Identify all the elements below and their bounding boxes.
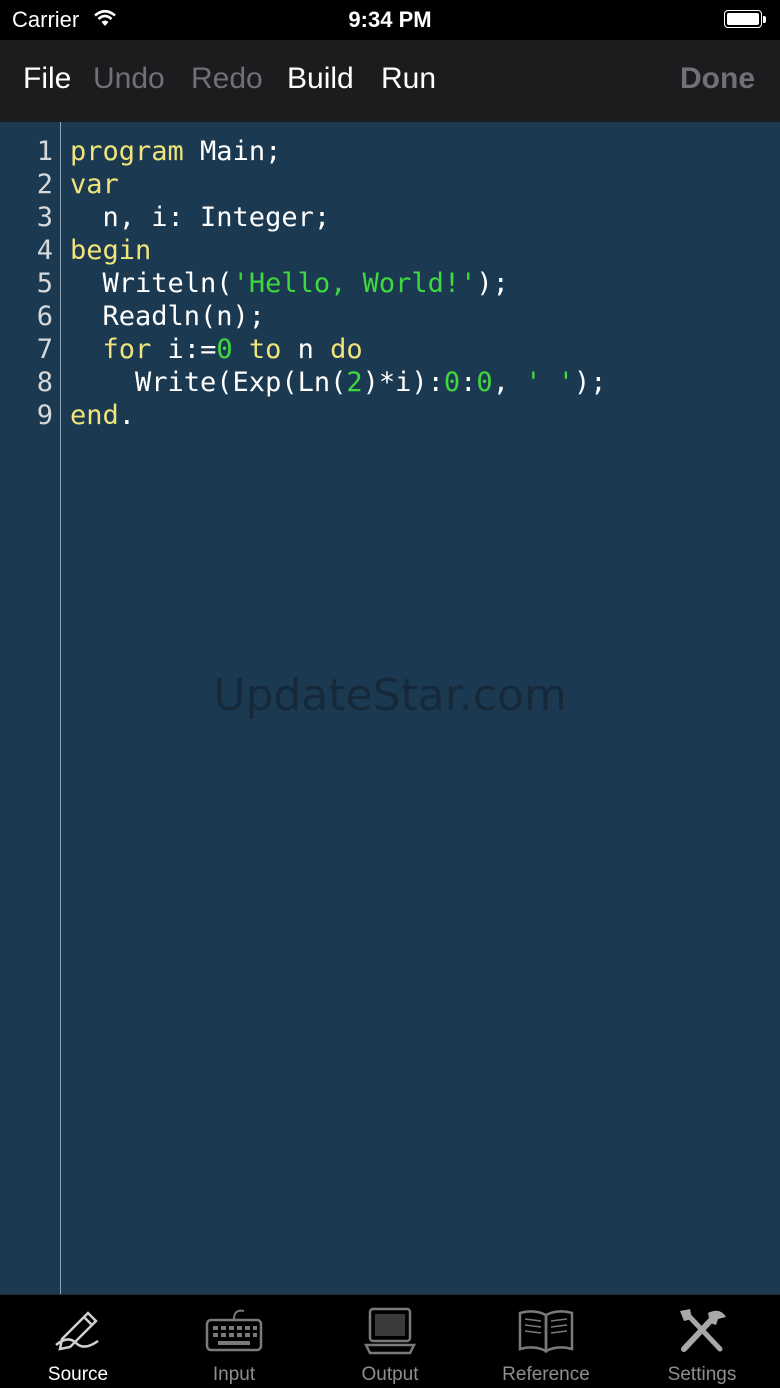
- code-token: program: [70, 136, 184, 167]
- code-token: :: [460, 367, 477, 398]
- line-number: 3: [36, 202, 53, 233]
- code-token: begin: [70, 235, 152, 266]
- keyboard-icon: [205, 1309, 263, 1352]
- code-token: .: [118, 400, 136, 431]
- code-token: 'Hello, World!': [232, 268, 477, 299]
- done-button[interactable]: Done: [680, 62, 755, 96]
- code-token: Readln(n);: [70, 301, 266, 332]
- redo-button[interactable]: Redo: [191, 62, 263, 96]
- watermark: UpdateStar.com: [213, 670, 567, 721]
- code-line[interactable]: Write(Exp(Ln(2)*i):0:0, ' ');: [70, 367, 607, 398]
- status-bar: Carrier 9:34 PM: [0, 0, 780, 40]
- code-token: to: [248, 334, 282, 365]
- code-line[interactable]: begin: [70, 235, 151, 266]
- tab-bar: Source Input Output Reference Settings: [0, 1294, 780, 1387]
- code-token: for: [102, 334, 152, 365]
- tab-source[interactable]: Source: [0, 1295, 156, 1388]
- code-token: ,: [492, 367, 526, 398]
- line-number: 5: [36, 268, 53, 299]
- code-token: end: [70, 400, 119, 431]
- tab-label: Output: [361, 1364, 419, 1385]
- editor-toolbar: File Undo Redo Build Run Done: [0, 40, 780, 122]
- clock: 9:34 PM: [348, 7, 432, 32]
- tab-output[interactable]: Output: [312, 1295, 468, 1388]
- code-token: 0: [476, 367, 493, 398]
- code-token: n: [281, 334, 331, 365]
- tab-label: Input: [212, 1364, 256, 1385]
- file-button[interactable]: File: [23, 62, 71, 96]
- code-line[interactable]: Readln(n);: [70, 301, 266, 332]
- line-number: 9: [36, 400, 53, 431]
- code-line[interactable]: Writeln('Hello, World!');: [70, 268, 509, 299]
- monitor-icon: [363, 1307, 417, 1355]
- code-line[interactable]: end.: [70, 400, 135, 431]
- code-token: Write(Exp(Ln(: [70, 367, 347, 398]
- line-number: 2: [36, 169, 53, 200]
- undo-button[interactable]: Undo: [93, 62, 165, 96]
- line-number: 4: [36, 235, 53, 266]
- code-token: i:=: [151, 334, 217, 365]
- tab-label: Reference: [502, 1364, 590, 1385]
- tab-input[interactable]: Input: [156, 1295, 312, 1388]
- tools-icon: [680, 1309, 726, 1352]
- code-token: );: [573, 367, 607, 398]
- run-button[interactable]: Run: [381, 62, 436, 96]
- tab-label: Settings: [667, 1364, 737, 1385]
- code-line[interactable]: for i:=0 to n do: [70, 334, 363, 365]
- code-line[interactable]: var: [70, 169, 119, 200]
- code-token: 0: [443, 367, 461, 398]
- build-button[interactable]: Build: [287, 62, 354, 96]
- tab-reference[interactable]: Reference: [468, 1295, 624, 1388]
- code-token: )*i):: [362, 367, 444, 398]
- code-token: 2: [346, 367, 363, 398]
- battery-icon: [724, 10, 768, 30]
- code-token: ' ': [525, 367, 574, 398]
- code-token: Main;: [183, 136, 282, 167]
- code-line[interactable]: program Main;: [70, 136, 281, 167]
- code-token: do: [330, 334, 363, 365]
- tab-label: Source: [47, 1364, 109, 1385]
- code-token: Writeln(: [70, 268, 233, 299]
- line-number: 6: [36, 301, 53, 332]
- line-number: 1: [36, 136, 53, 167]
- tab-settings[interactable]: Settings: [624, 1295, 780, 1388]
- code-editor[interactable]: 1 2 3 4 5 6 7 8 9 program Main; var n, i…: [0, 122, 780, 1294]
- code-token: );: [476, 268, 509, 299]
- line-number: 7: [36, 334, 53, 365]
- code-token: n, i: Integer;: [70, 202, 331, 233]
- line-number: 8: [36, 367, 53, 398]
- book-icon: [518, 1310, 574, 1354]
- code-token: 0: [216, 334, 233, 365]
- pen-icon: [55, 1311, 99, 1351]
- code-token: var: [70, 169, 119, 200]
- code-line[interactable]: n, i: Integer;: [70, 202, 331, 233]
